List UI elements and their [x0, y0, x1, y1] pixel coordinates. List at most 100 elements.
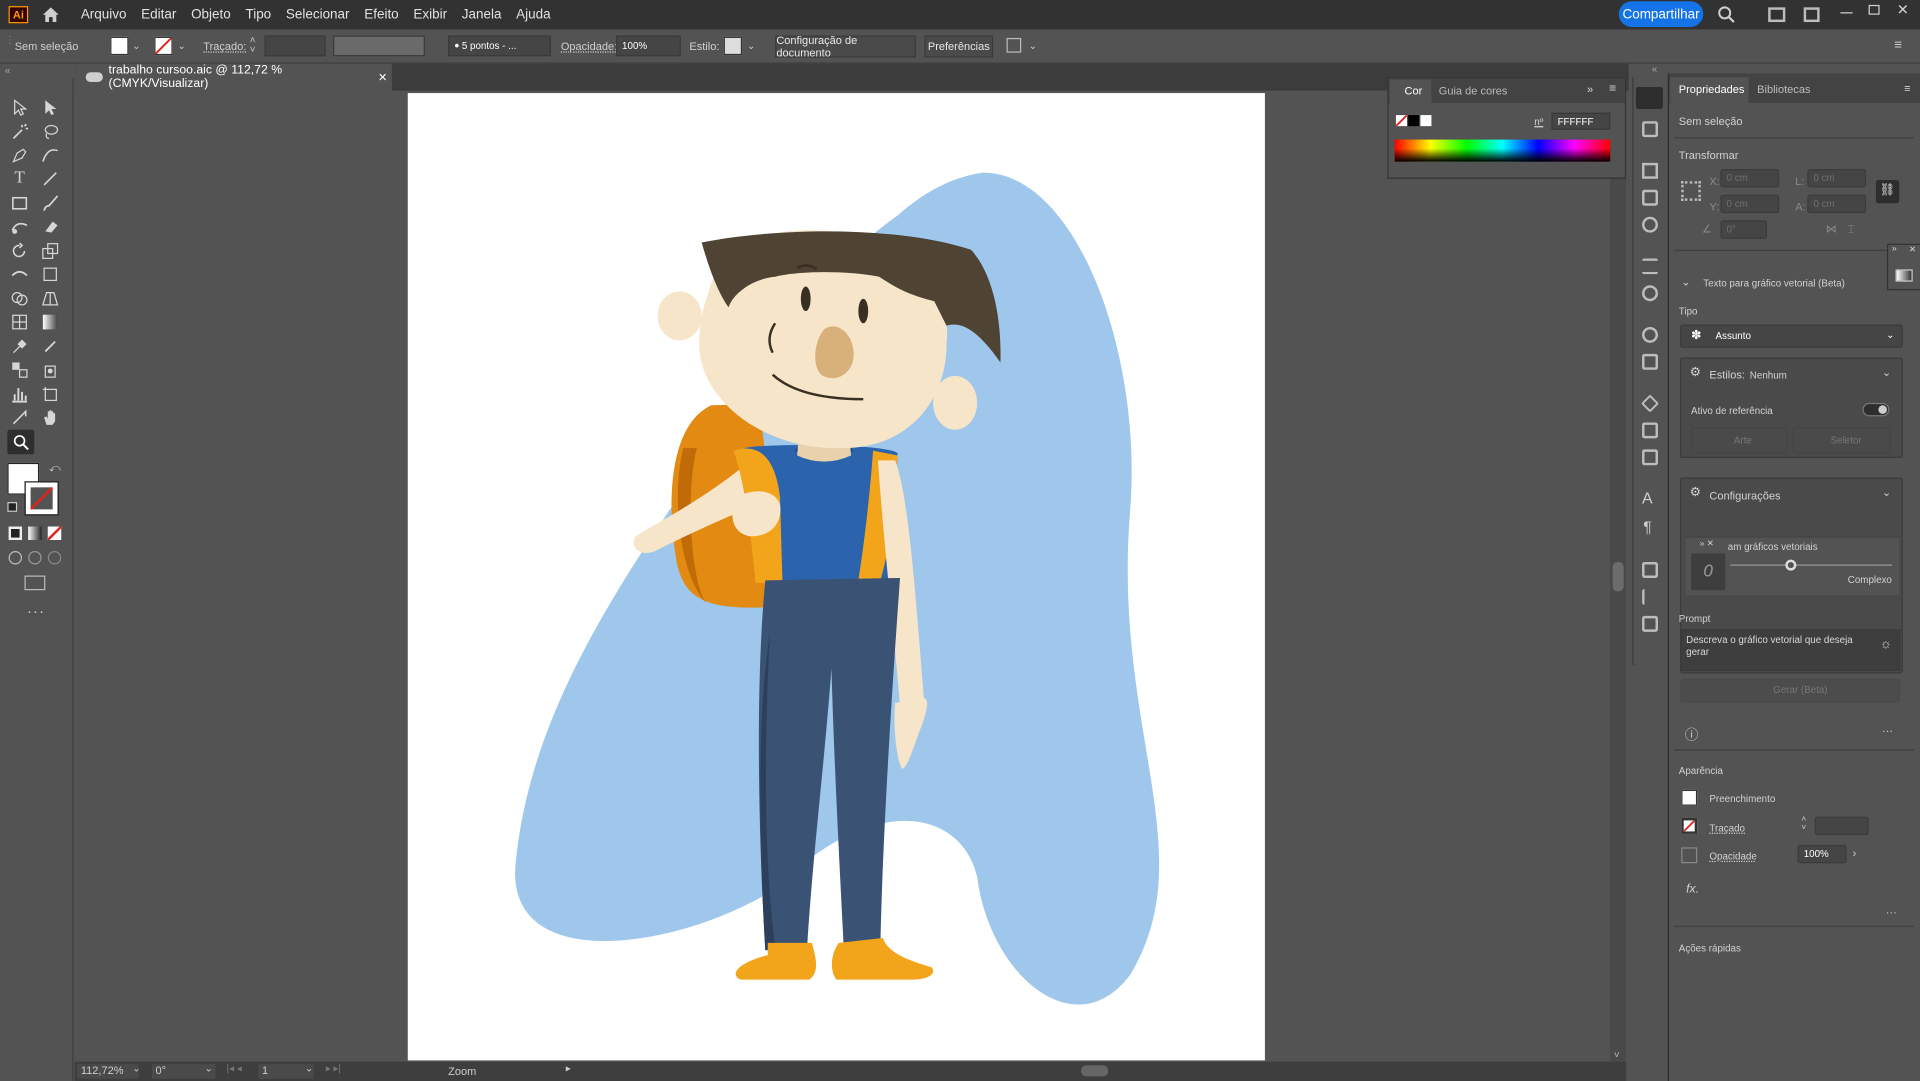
color-mode-icon[interactable] — [8, 526, 23, 541]
eyedropper-tool-icon[interactable] — [10, 337, 30, 357]
opacity-field[interactable]: 100% — [615, 35, 681, 57]
x-field[interactable]: 0 cm — [1720, 168, 1780, 188]
info-icon[interactable]: ⓘ — [1685, 725, 1698, 745]
opacity-appearance-field[interactable]: 100% — [1797, 844, 1847, 864]
zoom-tool-icon[interactable] — [7, 429, 35, 455]
stroke-weight-field[interactable] — [264, 35, 326, 57]
style-swatch[interactable] — [723, 36, 743, 56]
align-panel-icon[interactable] — [1642, 588, 1658, 605]
generate-button[interactable]: Gerar (Beta) — [1680, 678, 1901, 703]
horizontal-scrollbar[interactable] — [579, 1063, 1608, 1080]
expand-panel-icon[interactable]: » — [1587, 83, 1593, 95]
symbol-sprayer-tool-icon[interactable] — [40, 360, 60, 380]
artboard-tool-icon[interactable] — [40, 384, 60, 404]
transparency-panel-icon[interactable] — [1642, 285, 1658, 302]
rectangle-tool-icon[interactable] — [10, 193, 30, 213]
magic-wand-tool-icon[interactable] — [10, 122, 30, 142]
align-options-icon[interactable] — [1006, 37, 1022, 53]
variable-width-profile[interactable] — [333, 35, 425, 57]
appearance-panel-icon[interactable] — [1642, 121, 1658, 138]
scroll-down-icon[interactable]: ˅ — [1614, 1049, 1620, 1060]
graphic-styles-panel-icon[interactable] — [1642, 326, 1658, 343]
styles-chevron-icon[interactable]: ⌄ — [1882, 366, 1891, 379]
color-spectrum[interactable] — [1394, 139, 1611, 162]
draw-inside-icon[interactable] — [47, 551, 62, 565]
mini-panel-close-icon[interactable]: ✕ — [1909, 245, 1916, 255]
fill-dropdown-chevron-icon[interactable]: ⌄ — [132, 40, 140, 51]
reference-point-icon[interactable] — [1681, 181, 1701, 201]
w-field[interactable]: 0 cm — [1807, 168, 1867, 188]
type-tool-icon[interactable]: T — [10, 169, 30, 189]
menu-tipo[interactable]: Tipo — [245, 7, 271, 22]
gradient-mode-icon[interactable] — [28, 526, 42, 541]
properties-menu-icon[interactable]: ≡ — [1904, 82, 1910, 94]
appearance-more-icon[interactable]: ··· — [1886, 906, 1897, 918]
brushes-panel-icon[interactable] — [1642, 189, 1658, 206]
export-panel-icon[interactable] — [1642, 422, 1658, 439]
document-setup-button[interactable]: Configuração de documento — [775, 34, 916, 59]
lasso-tool-icon[interactable] — [40, 122, 60, 142]
type-dropdown[interactable]: Assunto ✽ ⌄ — [1680, 324, 1903, 348]
color-panel-menu-icon[interactable]: ≡ — [1609, 82, 1616, 95]
stroke-color-box[interactable] — [24, 481, 59, 516]
illustration[interactable] — [408, 93, 1265, 1060]
default-fill-stroke-icon[interactable] — [7, 502, 18, 512]
rotation-dropdown-icon[interactable]: ⌄ — [204, 1063, 212, 1074]
angle-field[interactable]: 0° — [1720, 220, 1767, 239]
tab-properties[interactable]: Propriedades — [1670, 77, 1749, 103]
stroke-swatch[interactable] — [154, 36, 173, 56]
column-graph-tool-icon[interactable] — [10, 384, 30, 404]
minimize-window-icon[interactable] — [1840, 12, 1853, 14]
pen-tool-icon[interactable] — [10, 146, 30, 166]
shape-builder-tool-icon[interactable] — [10, 289, 30, 309]
preferences-button[interactable]: Preferências — [924, 35, 994, 58]
more-options-icon[interactable]: ··· — [1882, 725, 1893, 737]
styles-value[interactable]: Nenhum — [1750, 370, 1787, 381]
scale-tool-icon[interactable] — [40, 241, 60, 261]
menu-arquivo[interactable]: Arquivo — [81, 7, 127, 22]
more-tools-icon[interactable]: ··· — [27, 602, 45, 619]
pathfinder-panel-icon[interactable] — [1642, 615, 1658, 632]
color-guide-tab[interactable]: Guia de cores — [1439, 84, 1508, 96]
stroke-stepper-icon[interactable]: ˄ ˅ — [1801, 816, 1806, 833]
constrain-proportions-icon[interactable]: ⛓ — [1875, 180, 1900, 204]
white-swatch[interactable] — [1420, 115, 1432, 127]
picker-reference-button[interactable]: Seletor — [1792, 427, 1891, 454]
fill-label[interactable]: Preenchimento — [1709, 793, 1775, 804]
layers-panel-icon[interactable] — [1641, 394, 1660, 413]
free-transform-tool-icon[interactable] — [40, 264, 60, 284]
gradient-icon[interactable] — [1895, 269, 1913, 282]
width-tool-icon[interactable] — [10, 264, 30, 284]
transform-panel-icon[interactable] — [1642, 562, 1658, 578]
hand-tool-icon[interactable] — [40, 408, 60, 428]
paintbrush-tool-icon[interactable] — [40, 193, 60, 213]
prompt-input[interactable]: Descreva o gráfico vetorial que deseja g… — [1680, 629, 1901, 672]
home-icon[interactable] — [40, 5, 60, 25]
rotate-tool-icon[interactable] — [10, 241, 30, 261]
direct-selection-tool-icon[interactable] — [40, 98, 60, 118]
artboard[interactable] — [407, 93, 1265, 1061]
detail-slider-track[interactable] — [1730, 564, 1892, 566]
style-dropdown-chevron-icon[interactable]: ⌄ — [747, 40, 755, 51]
opacity-label[interactable]: Opacidade: — [561, 40, 617, 52]
fill-swatch[interactable] — [110, 36, 129, 56]
flip-vertical-icon[interactable]: ⌶ — [1848, 223, 1855, 236]
document-tab[interactable]: trabalho cursoo.aic @ 112,72 % (CMYK/Vis… — [75, 63, 392, 91]
search-icon[interactable] — [1717, 5, 1737, 25]
zoom-field[interactable]: 112,72% — [77, 1064, 139, 1079]
menu-editar[interactable]: Editar — [141, 7, 176, 22]
shaper-tool-icon[interactable] — [10, 217, 30, 237]
blend-tool-icon[interactable] — [10, 360, 30, 380]
slice-tool-icon[interactable] — [10, 408, 30, 428]
collapse-tools-icon[interactable]: « — [5, 65, 10, 76]
restore-window-icon[interactable] — [1868, 4, 1880, 15]
hex-input[interactable]: FFFFFF — [1551, 112, 1611, 130]
swatches-panel-icon[interactable] — [1642, 162, 1658, 179]
first-artboard-icon[interactable]: |◂ ◂ — [227, 1063, 242, 1074]
art-reference-button[interactable]: Arte — [1691, 427, 1788, 454]
share-button[interactable]: Compartilhar — [1618, 1, 1704, 27]
flip-horizontal-icon[interactable]: ⋈ — [1826, 223, 1837, 236]
menu-exibir[interactable]: Exibir — [413, 7, 447, 22]
curvature-tool-icon[interactable] — [40, 146, 60, 166]
status-menu-icon[interactable]: ▸ — [566, 1063, 571, 1074]
